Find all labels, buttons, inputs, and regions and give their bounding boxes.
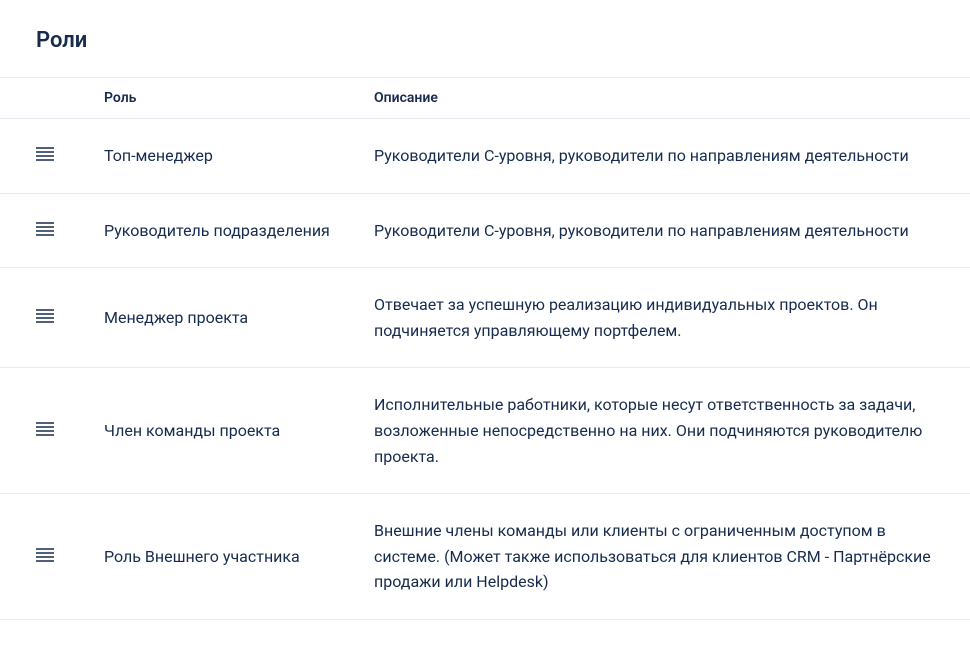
role-description-cell: Внешние члены команды или клиенты с огра… (374, 494, 970, 620)
role-description-cell: Отвечает за успешную реализацию индивиду… (374, 268, 970, 368)
role-description-cell: Руководители С-уровня, руководители по н… (374, 193, 970, 268)
role-description-cell: Исполнительные работники, которые несут … (374, 368, 970, 494)
page-title: Роли (0, 0, 970, 77)
drag-handle-icon[interactable] (36, 147, 54, 161)
drag-handle-icon[interactable] (36, 548, 54, 562)
roles-table: Роль Описание Топ-менеджер (0, 77, 970, 620)
table-row: Топ-менеджер Руководители С-уровня, руко… (0, 119, 970, 194)
role-name-cell[interactable]: Руководитель подразделения (104, 193, 374, 268)
column-header-handle (0, 78, 104, 119)
roles-panel: Роли Роль Описание (0, 0, 970, 620)
drag-handle-icon[interactable] (36, 222, 54, 236)
table-row: Руководитель подразделения Руководители … (0, 193, 970, 268)
table-row: Член команды проекта Исполнительные рабо… (0, 368, 970, 494)
role-name-cell[interactable]: Топ-менеджер (104, 119, 374, 194)
drag-handle-icon[interactable] (36, 422, 54, 436)
role-name-cell[interactable]: Менеджер проекта (104, 268, 374, 368)
table-row: Роль Внешнего участника Внешние члены ко… (0, 494, 970, 620)
role-name-cell[interactable]: Член команды проекта (104, 368, 374, 494)
drag-handle-icon[interactable] (36, 309, 54, 323)
role-name-cell[interactable]: Роль Внешнего участника (104, 494, 374, 620)
table-header-row: Роль Описание (0, 78, 970, 119)
role-description-cell: Руководители С-уровня, руководители по н… (374, 119, 970, 194)
column-header-description: Описание (374, 78, 970, 119)
table-row: Менеджер проекта Отвечает за успешную ре… (0, 268, 970, 368)
column-header-role: Роль (104, 78, 374, 119)
